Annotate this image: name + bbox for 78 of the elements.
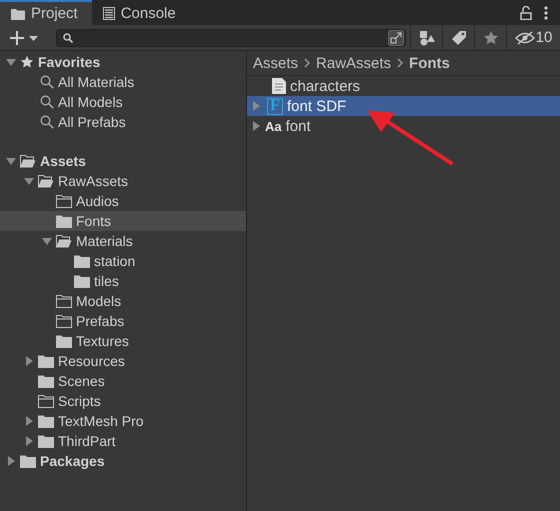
empty-folder-icon bbox=[38, 394, 54, 408]
tree-item[interactable]: Textures bbox=[0, 331, 246, 351]
tree-item[interactable]: Favorites bbox=[0, 52, 246, 72]
expanded-arrow-icon[interactable] bbox=[6, 156, 16, 166]
asset-name: characters bbox=[290, 78, 360, 94]
chevron-right-icon bbox=[304, 58, 310, 68]
tree-item[interactable]: Audios bbox=[0, 191, 246, 211]
search-icon bbox=[63, 32, 73, 42]
list-icon bbox=[102, 7, 115, 20]
tree-item[interactable]: Models bbox=[0, 291, 246, 311]
collapsed-arrow-icon[interactable] bbox=[251, 121, 261, 131]
tree-item[interactable]: Packages bbox=[0, 451, 246, 471]
open-folder-icon bbox=[20, 154, 36, 168]
star-icon bbox=[20, 55, 34, 69]
folder-icon bbox=[38, 374, 54, 388]
add-dropdown-icon[interactable] bbox=[10, 30, 40, 46]
tree-item[interactable]: Fonts bbox=[0, 211, 246, 231]
empty-folder-icon bbox=[56, 194, 72, 208]
shapes-icon bbox=[418, 30, 434, 46]
asset-item[interactable]: characters bbox=[247, 76, 560, 96]
tree-item[interactable]: Scripts bbox=[0, 391, 246, 411]
folder-icon bbox=[74, 274, 90, 288]
document-icon bbox=[272, 78, 286, 94]
expand-icon[interactable] bbox=[388, 30, 404, 46]
tree-item[interactable]: Resources bbox=[0, 351, 246, 371]
expanded-arrow-icon[interactable] bbox=[6, 57, 16, 67]
asset-item[interactable]: Aa font bbox=[247, 116, 560, 136]
folder-icon bbox=[56, 334, 72, 348]
tree-item[interactable]: station bbox=[0, 251, 246, 271]
tree-item[interactable]: Scenes bbox=[0, 371, 246, 391]
search-icon bbox=[40, 75, 54, 89]
open-folder-icon bbox=[56, 234, 72, 248]
folder-icon bbox=[20, 454, 36, 468]
open-folder-icon bbox=[38, 174, 54, 188]
asset-item[interactable]: F font SDF bbox=[247, 96, 560, 116]
chevron-right-icon bbox=[397, 58, 404, 68]
tree-item[interactable]: Prefabs bbox=[0, 311, 246, 331]
collapsed-arrow-icon[interactable] bbox=[24, 416, 34, 426]
more-icon[interactable] bbox=[544, 6, 548, 20]
expanded-arrow-icon[interactable] bbox=[24, 176, 34, 186]
folder-icon bbox=[56, 214, 72, 228]
folder-icon bbox=[38, 434, 54, 448]
collapsed-arrow-icon[interactable] bbox=[24, 356, 34, 366]
tree-item[interactable]: RawAssets bbox=[0, 171, 246, 191]
collapsed-arrow-icon[interactable] bbox=[6, 456, 16, 466]
panel-tab[interactable]: Console bbox=[92, 0, 190, 25]
tree-item[interactable]: ThirdPart bbox=[0, 431, 246, 451]
empty-folder-icon bbox=[56, 314, 72, 328]
folder-icon bbox=[38, 414, 54, 428]
collapsed-arrow-icon[interactable] bbox=[24, 436, 34, 446]
font-asset-icon: F bbox=[267, 98, 283, 114]
breadcrumb-link[interactable]: RawAssets bbox=[316, 54, 392, 72]
tree-item[interactable]: tiles bbox=[0, 271, 246, 291]
search-icon bbox=[40, 95, 54, 109]
asset-name: font bbox=[286, 118, 311, 134]
asset-name: font SDF bbox=[287, 98, 346, 114]
font-icon: Aa bbox=[265, 118, 282, 134]
breadcrumb-link[interactable]: Assets bbox=[253, 54, 298, 72]
folder-icon bbox=[74, 254, 90, 268]
tree-item[interactable]: All Materials bbox=[0, 72, 246, 92]
search-icon bbox=[40, 115, 54, 129]
tree-item[interactable]: TextMesh Pro bbox=[0, 411, 246, 431]
collapsed-arrow-icon[interactable] bbox=[251, 101, 261, 111]
tag-icon bbox=[450, 30, 466, 46]
star-icon bbox=[482, 30, 498, 46]
panel-tab[interactable]: Project bbox=[0, 0, 92, 25]
tree-item[interactable]: Materials bbox=[0, 231, 246, 251]
eye-slash-icon bbox=[514, 30, 535, 44]
empty-folder-icon bbox=[56, 294, 72, 308]
folder-icon bbox=[11, 8, 25, 20]
tree-item[interactable]: Assets bbox=[0, 151, 246, 171]
tree-item[interactable]: All Models bbox=[0, 92, 246, 112]
search-field[interactable] bbox=[56, 28, 406, 46]
folder-icon bbox=[38, 354, 54, 368]
expanded-arrow-icon[interactable] bbox=[42, 236, 52, 246]
breadcrumb-link[interactable]: Fonts bbox=[409, 54, 450, 72]
lock-icon[interactable] bbox=[520, 6, 532, 20]
tree-item[interactable]: All Prefabs bbox=[0, 112, 246, 132]
